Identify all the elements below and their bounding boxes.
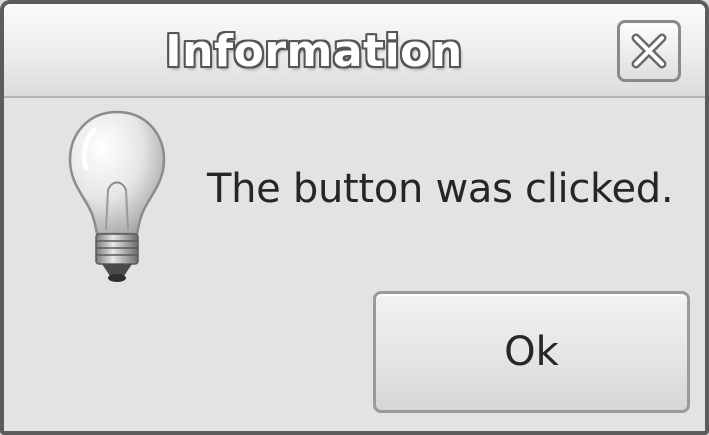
ok-button[interactable]: Ok	[373, 291, 690, 413]
close-icon	[631, 33, 667, 69]
lightbulb-icon	[68, 110, 166, 282]
title-bar[interactable]: Information	[4, 4, 705, 98]
ok-button-label: Ok	[504, 329, 559, 375]
close-button[interactable]	[617, 20, 681, 82]
dialog-content: The button was clicked. Ok	[4, 98, 705, 431]
window-title: Information	[165, 26, 463, 77]
information-dialog: Information The button was clicked. Ok	[0, 0, 709, 435]
message-text: The button was clicked.	[207, 166, 674, 212]
